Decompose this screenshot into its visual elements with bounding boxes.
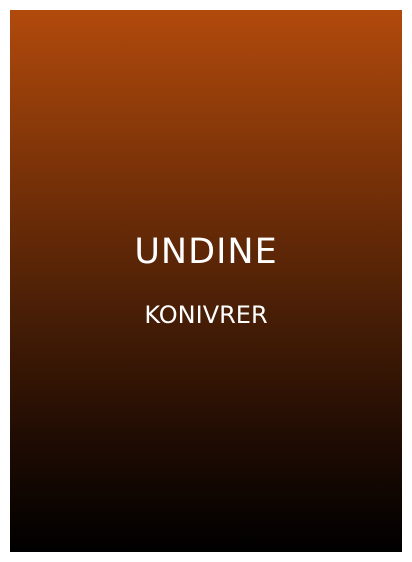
card-title: UNDINE <box>134 232 278 272</box>
card-subtitle: KONIVRER <box>144 301 268 329</box>
card-face[interactable]: UNDINE KONIVRER <box>10 10 402 552</box>
